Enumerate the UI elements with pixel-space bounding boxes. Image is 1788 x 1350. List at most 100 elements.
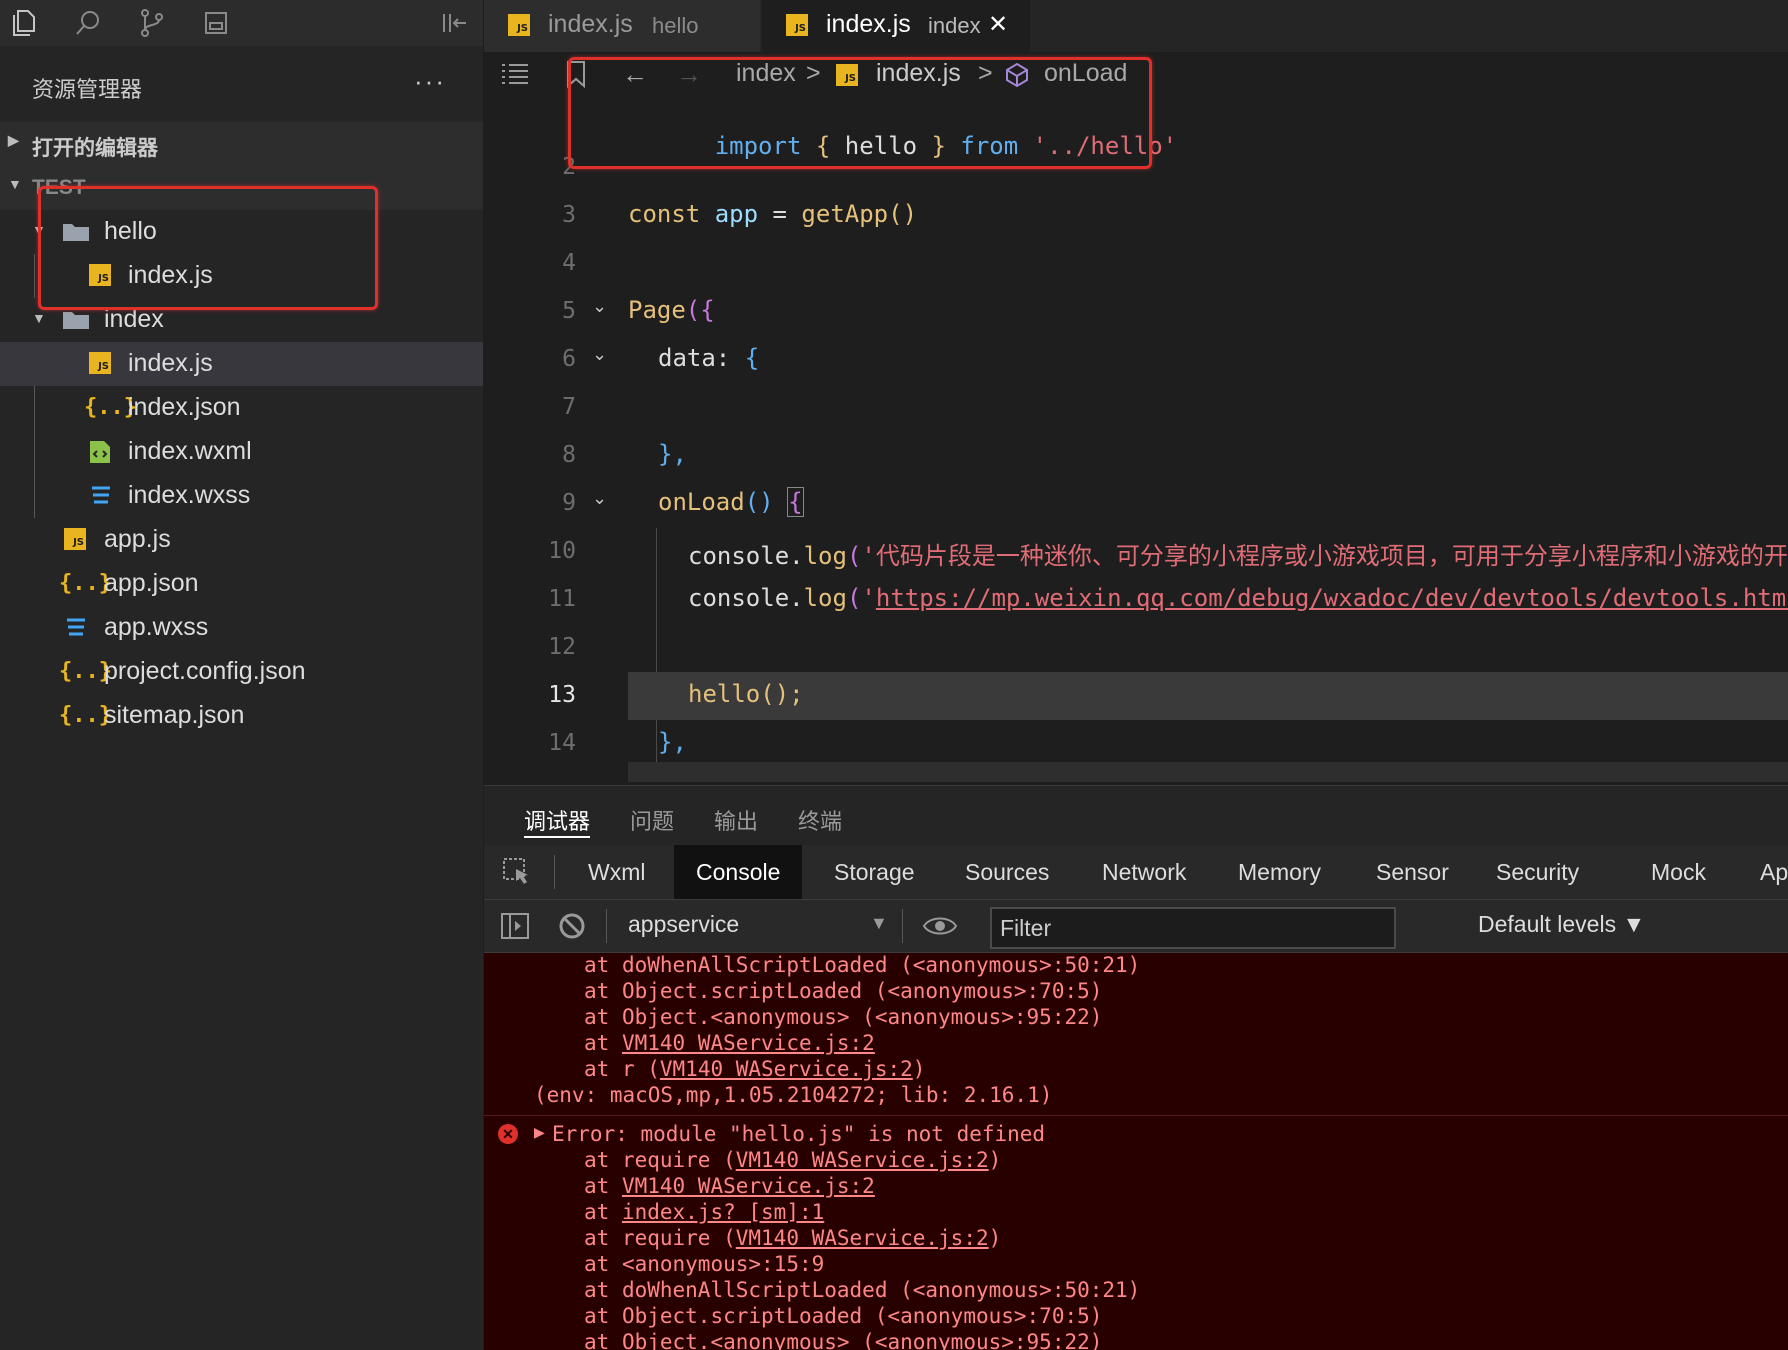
- code-line-3[interactable]: 3 const app = getApp(): [484, 192, 1788, 240]
- more-actions-button[interactable]: ···: [414, 66, 446, 97]
- fold-chevron-icon[interactable]: ⌄: [592, 488, 607, 509]
- tree-file-sitemap-json[interactable]: {..} sitemap.json: [0, 694, 483, 738]
- js-file-icon: JS: [786, 14, 808, 36]
- source-control-icon[interactable]: [136, 7, 168, 39]
- files-icon[interactable]: [8, 7, 40, 39]
- tab-memory[interactable]: Memory: [1238, 845, 1321, 899]
- tree-file-index-wxss[interactable]: index.wxss: [0, 474, 483, 518]
- divider: [554, 855, 555, 889]
- clear-console-icon[interactable]: [558, 912, 586, 945]
- stack-line: at r (VM140 WAService.js:2): [584, 1057, 926, 1081]
- tab-network[interactable]: Network: [1102, 845, 1186, 899]
- wxml-file-icon: [89, 440, 113, 464]
- tab-problems[interactable]: 问题: [630, 804, 674, 836]
- tree-file-app-json[interactable]: {..} app.json: [0, 562, 483, 606]
- tree-file-index-wxml[interactable]: index.wxml: [0, 430, 483, 474]
- search-icon[interactable]: [72, 7, 104, 39]
- explorer-sidebar: 资源管理器 ··· ▶ 打开的编辑器 ▼ TEST ▼ hello JS ind…: [0, 0, 483, 1350]
- section-open-editors[interactable]: ▶ 打开的编辑器: [0, 122, 483, 166]
- tab-more[interactable]: Ap: [1760, 845, 1788, 899]
- error-title: Error: module "hello.js" is not defined: [552, 1122, 1046, 1146]
- filter-input[interactable]: Filter: [990, 907, 1396, 949]
- inspect-element-icon[interactable]: [502, 857, 532, 892]
- bottom-panel: 调试器 问题 输出 终端 Wxml Console Storage Source…: [484, 785, 1788, 1350]
- save-icon[interactable]: [200, 7, 232, 39]
- source-link[interactable]: VM140 WAService.js:2: [736, 1148, 989, 1172]
- tab-index-index-js[interactable]: JS index.js index ✕: [762, 0, 1030, 52]
- code-line-4[interactable]: 4: [484, 240, 1788, 288]
- eye-icon[interactable]: [922, 912, 958, 945]
- context-select[interactable]: appservice: [628, 911, 739, 938]
- stack-line: at index.js? [sm]:1: [584, 1200, 825, 1224]
- env-info: (env: macOS,mp,1.05.2104272; lib: 2.16.1…: [534, 1083, 1053, 1107]
- chevron-down-icon: ▼: [32, 310, 46, 326]
- fold-chevron-icon[interactable]: ⌄: [592, 344, 607, 365]
- tab-console[interactable]: Console: [674, 845, 803, 899]
- source-link[interactable]: VM140 WAService.js:2: [736, 1226, 989, 1250]
- console-toolbar: appservice ▼ Filter Default levels ▼: [484, 900, 1788, 953]
- folder-icon: [62, 308, 89, 332]
- code-line-8[interactable]: 8 },: [484, 432, 1788, 480]
- highlight-box: [38, 186, 378, 310]
- active-tab-underline: [524, 836, 590, 838]
- stack-line: at doWhenAllScriptLoaded (<anonymous>:50…: [584, 1278, 1141, 1302]
- divider: [902, 909, 903, 943]
- tree-file-project-config-json[interactable]: {..} project.config.json: [0, 650, 483, 694]
- code-line-5[interactable]: 5 ⌄ Page({: [484, 288, 1788, 336]
- stack-line: at doWhenAllScriptLoaded (<anonymous>:50…: [584, 953, 1141, 977]
- stack-line: at require (VM140 WAService.js:2): [584, 1148, 1002, 1172]
- explorer-title: 资源管理器: [32, 77, 143, 102]
- tab-security[interactable]: Security: [1496, 845, 1579, 899]
- collapse-panel-icon[interactable]: [438, 7, 470, 39]
- json-file-icon: {..}: [59, 703, 112, 728]
- divider: [606, 909, 607, 943]
- tab-hello-index-js[interactable]: JS index.js hello: [484, 0, 760, 52]
- source-link[interactable]: VM140 WAService.js:2: [622, 1174, 875, 1198]
- code-line-11[interactable]: 11 console.log('https://mp.weixin.qq.com…: [484, 576, 1788, 624]
- tree-file-index-js[interactable]: JS index.js: [0, 342, 483, 386]
- stack-line: at VM140 WAService.js:2: [584, 1174, 875, 1198]
- code-line-14[interactable]: 14 },: [484, 720, 1788, 768]
- js-file-icon: JS: [64, 528, 88, 552]
- code-line-13[interactable]: 13 hello();: [484, 672, 1788, 720]
- tree-file-app-wxss[interactable]: app.wxss: [0, 606, 483, 650]
- code-line-10[interactable]: 10 console.log('代码片段是一种迷你、可分享的小程序或小游戏项目，…: [484, 528, 1788, 576]
- stack-line: at <anonymous>:15:9: [584, 1252, 825, 1276]
- tab-mock[interactable]: Mock: [1651, 845, 1706, 899]
- tab-output[interactable]: 输出: [714, 804, 758, 836]
- js-file-icon: JS: [508, 14, 530, 36]
- stack-line: at VM140 WAService.js:2: [584, 1031, 875, 1055]
- devtools-tabbar: Wxml Console Storage Sources Network Mem…: [484, 845, 1788, 900]
- tab-wxml[interactable]: Wxml: [588, 845, 645, 899]
- tab-terminal[interactable]: 终端: [798, 804, 842, 836]
- code-line-7[interactable]: 7: [484, 384, 1788, 432]
- wxss-file-icon: [87, 484, 111, 508]
- code-line-6[interactable]: 6 ⌄ data: {: [484, 336, 1788, 384]
- tree-file-app-js[interactable]: JS app.js: [0, 518, 483, 562]
- highlight-box: [568, 57, 1152, 169]
- sidebar-toggle-icon[interactable]: [500, 912, 530, 945]
- tab-sources[interactable]: Sources: [965, 845, 1049, 899]
- tab-storage[interactable]: Storage: [834, 845, 915, 899]
- chevron-down-icon[interactable]: ▼: [870, 913, 888, 934]
- log-levels-select[interactable]: Default levels ▼: [1478, 911, 1645, 938]
- chevron-down-icon: ▼: [8, 176, 22, 192]
- panel-tabbar: 调试器 问题 输出 终端: [484, 785, 1788, 846]
- fold-chevron-icon[interactable]: ⌄: [592, 296, 607, 317]
- code-line-12[interactable]: 12: [484, 624, 1788, 672]
- stack-line: at require (VM140 WAService.js:2): [584, 1226, 1002, 1250]
- outline-icon[interactable]: [500, 62, 530, 93]
- horizontal-scrollbar[interactable]: [628, 762, 1788, 782]
- close-icon[interactable]: ✕: [988, 10, 1008, 39]
- source-link[interactable]: index.js? [sm]:1: [622, 1200, 824, 1224]
- code-line-9[interactable]: 9 ⌄ onLoad() {: [484, 480, 1788, 528]
- expand-triangle-icon[interactable]: ▶: [534, 1124, 545, 1141]
- tab-sensor[interactable]: Sensor: [1376, 845, 1449, 899]
- source-link[interactable]: VM140 WAService.js:2: [622, 1031, 875, 1055]
- source-link[interactable]: VM140 WAService.js:2: [660, 1057, 913, 1081]
- stack-line: at Object.<anonymous> (<anonymous>:95:22…: [584, 1005, 1103, 1029]
- js-file-icon: JS: [89, 352, 113, 376]
- console-message: at doWhenAllScriptLoaded (<anonymous>:50…: [484, 953, 1788, 1107]
- tree-file-index-json[interactable]: {..} index.json: [0, 386, 483, 430]
- tab-debugger[interactable]: 调试器: [524, 804, 590, 836]
